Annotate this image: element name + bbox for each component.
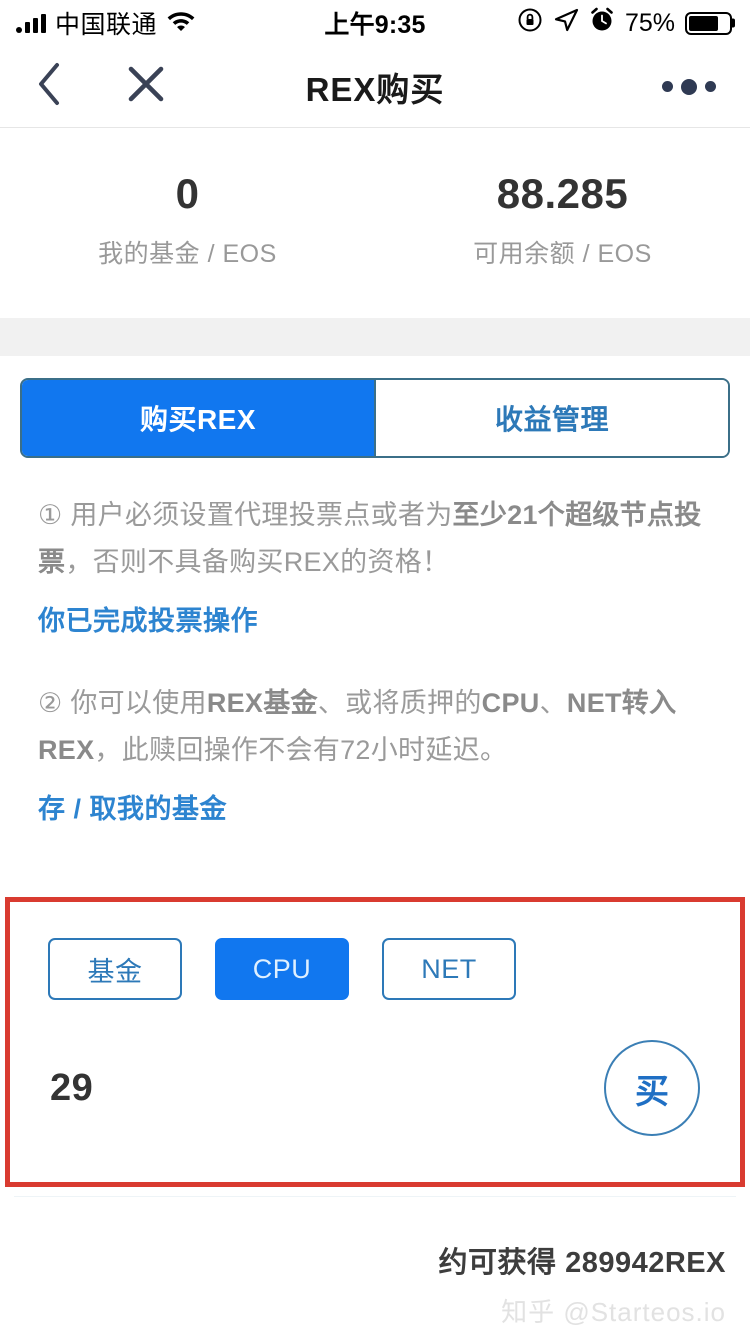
watermark-label: 知乎 @Starteos.io [501, 1297, 726, 1327]
purchase-panel-highlight: 基金 CPU NET 29 买 [5, 897, 745, 1187]
chip-fund[interactable]: 基金 [48, 938, 182, 1000]
note-link-deposit-withdraw[interactable]: 存 / 取我的基金 [38, 787, 712, 826]
navigation-bar: REX购买 [0, 46, 750, 128]
nav-left-controls [34, 61, 166, 112]
battery-percent-label: 75% [624, 8, 675, 37]
stat-value: 88.285 [496, 170, 629, 217]
stat-label: 我的基金 / EOS [98, 240, 277, 269]
tab-buy-rex[interactable]: 购买REX [22, 380, 374, 457]
stat-available-balance: 88.285 可用余额 / EOS [375, 170, 750, 270]
status-bar: 中国联通 上午9:35 75% [0, 0, 750, 46]
note-marker: ① [38, 500, 63, 531]
signal-bars-icon [16, 13, 46, 33]
alarm-clock-icon [589, 7, 615, 40]
more-dots-icon[interactable] [662, 78, 716, 95]
stat-value: 0 [175, 170, 200, 217]
resource-chip-group: 基金 CPU NET [10, 902, 740, 1000]
stat-my-fund: 0 我的基金 / EOS [0, 170, 375, 270]
battery-icon [685, 11, 732, 35]
tab-earnings-management[interactable]: 收益管理 [374, 380, 728, 457]
balance-summary: 0 我的基金 / EOS 88.285 可用余额 / EOS [0, 128, 750, 318]
tabs-container: 购买REX 收益管理 [0, 356, 750, 459]
amount-input[interactable]: 29 [50, 1067, 93, 1110]
location-arrow-icon [553, 7, 579, 40]
note-text: ② 你可以使用REX基金、或将质押的CPU、NET转入REX，此赎回操作不会有7… [38, 680, 712, 773]
amount-row: 29 买 [10, 1000, 740, 1136]
carrier-label: 中国联通 [55, 11, 158, 39]
rotation-lock-icon [517, 7, 543, 40]
segmented-control: 购买REX 收益管理 [20, 378, 730, 459]
status-bar-left: 中国联通 [16, 5, 196, 41]
note-marker: ② [38, 688, 63, 719]
back-chevron-icon[interactable] [34, 61, 64, 112]
status-bar-right: 75% [517, 7, 732, 40]
stat-label: 可用余额 / EOS [473, 240, 652, 269]
buy-button[interactable]: 买 [604, 1040, 700, 1136]
chip-cpu[interactable]: CPU [215, 938, 349, 1000]
estimate-label: 约可获得 289942REX [438, 1247, 726, 1279]
notes-section: ① 用户必须设置代理投票点或者为至少21个超级节点投票，否则不具备购买REX的资… [0, 458, 750, 826]
close-x-icon[interactable] [126, 64, 166, 109]
note-body: 用户必须设置代理投票点或者为至少21个超级节点投票，否则不具备购买REX的资格！ [38, 500, 702, 577]
wifi-icon [166, 9, 196, 38]
note-link-vote-done[interactable]: 你已完成投票操作 [38, 599, 712, 638]
note-text: ① 用户必须设置代理投票点或者为至少21个超级节点投票，否则不具备购买REX的资… [38, 492, 712, 585]
chip-net[interactable]: NET [382, 938, 516, 1000]
note-item-2: ② 你可以使用REX基金、或将质押的CPU、NET转入REX，此赎回操作不会有7… [38, 680, 712, 826]
note-item-1: ① 用户必须设置代理投票点或者为至少21个超级节点投票，否则不具备购买REX的资… [38, 492, 712, 638]
section-divider-band [0, 318, 750, 357]
note-body: 你可以使用REX基金、或将质押的CPU、NET转入REX，此赎回操作不会有72小… [38, 688, 677, 765]
footer-divider [14, 1196, 736, 1197]
